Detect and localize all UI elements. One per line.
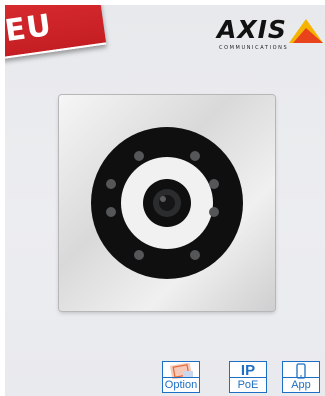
badge-app: App <box>282 361 320 393</box>
brand-logo: AXIS COMMUNICATIONS <box>217 15 325 55</box>
brand-wordmark: AXIS <box>217 15 287 44</box>
badge-poe: IP PoE <box>229 361 267 393</box>
badge-option-label: Option <box>163 377 199 391</box>
product-card: EU AXIS COMMUNICATIONS Option IP PoE App <box>5 5 325 396</box>
brand-tagline: COMMUNICATIONS <box>219 45 289 51</box>
badge-poe-label: PoE <box>230 377 266 392</box>
region-ribbon-label: EU <box>5 7 55 50</box>
brand-triangle-icon <box>289 19 323 43</box>
camera-module <box>59 95 275 311</box>
camera-module-icon <box>91 127 243 279</box>
badge-option: Option <box>162 361 200 393</box>
badge-app-label: App <box>283 377 319 392</box>
